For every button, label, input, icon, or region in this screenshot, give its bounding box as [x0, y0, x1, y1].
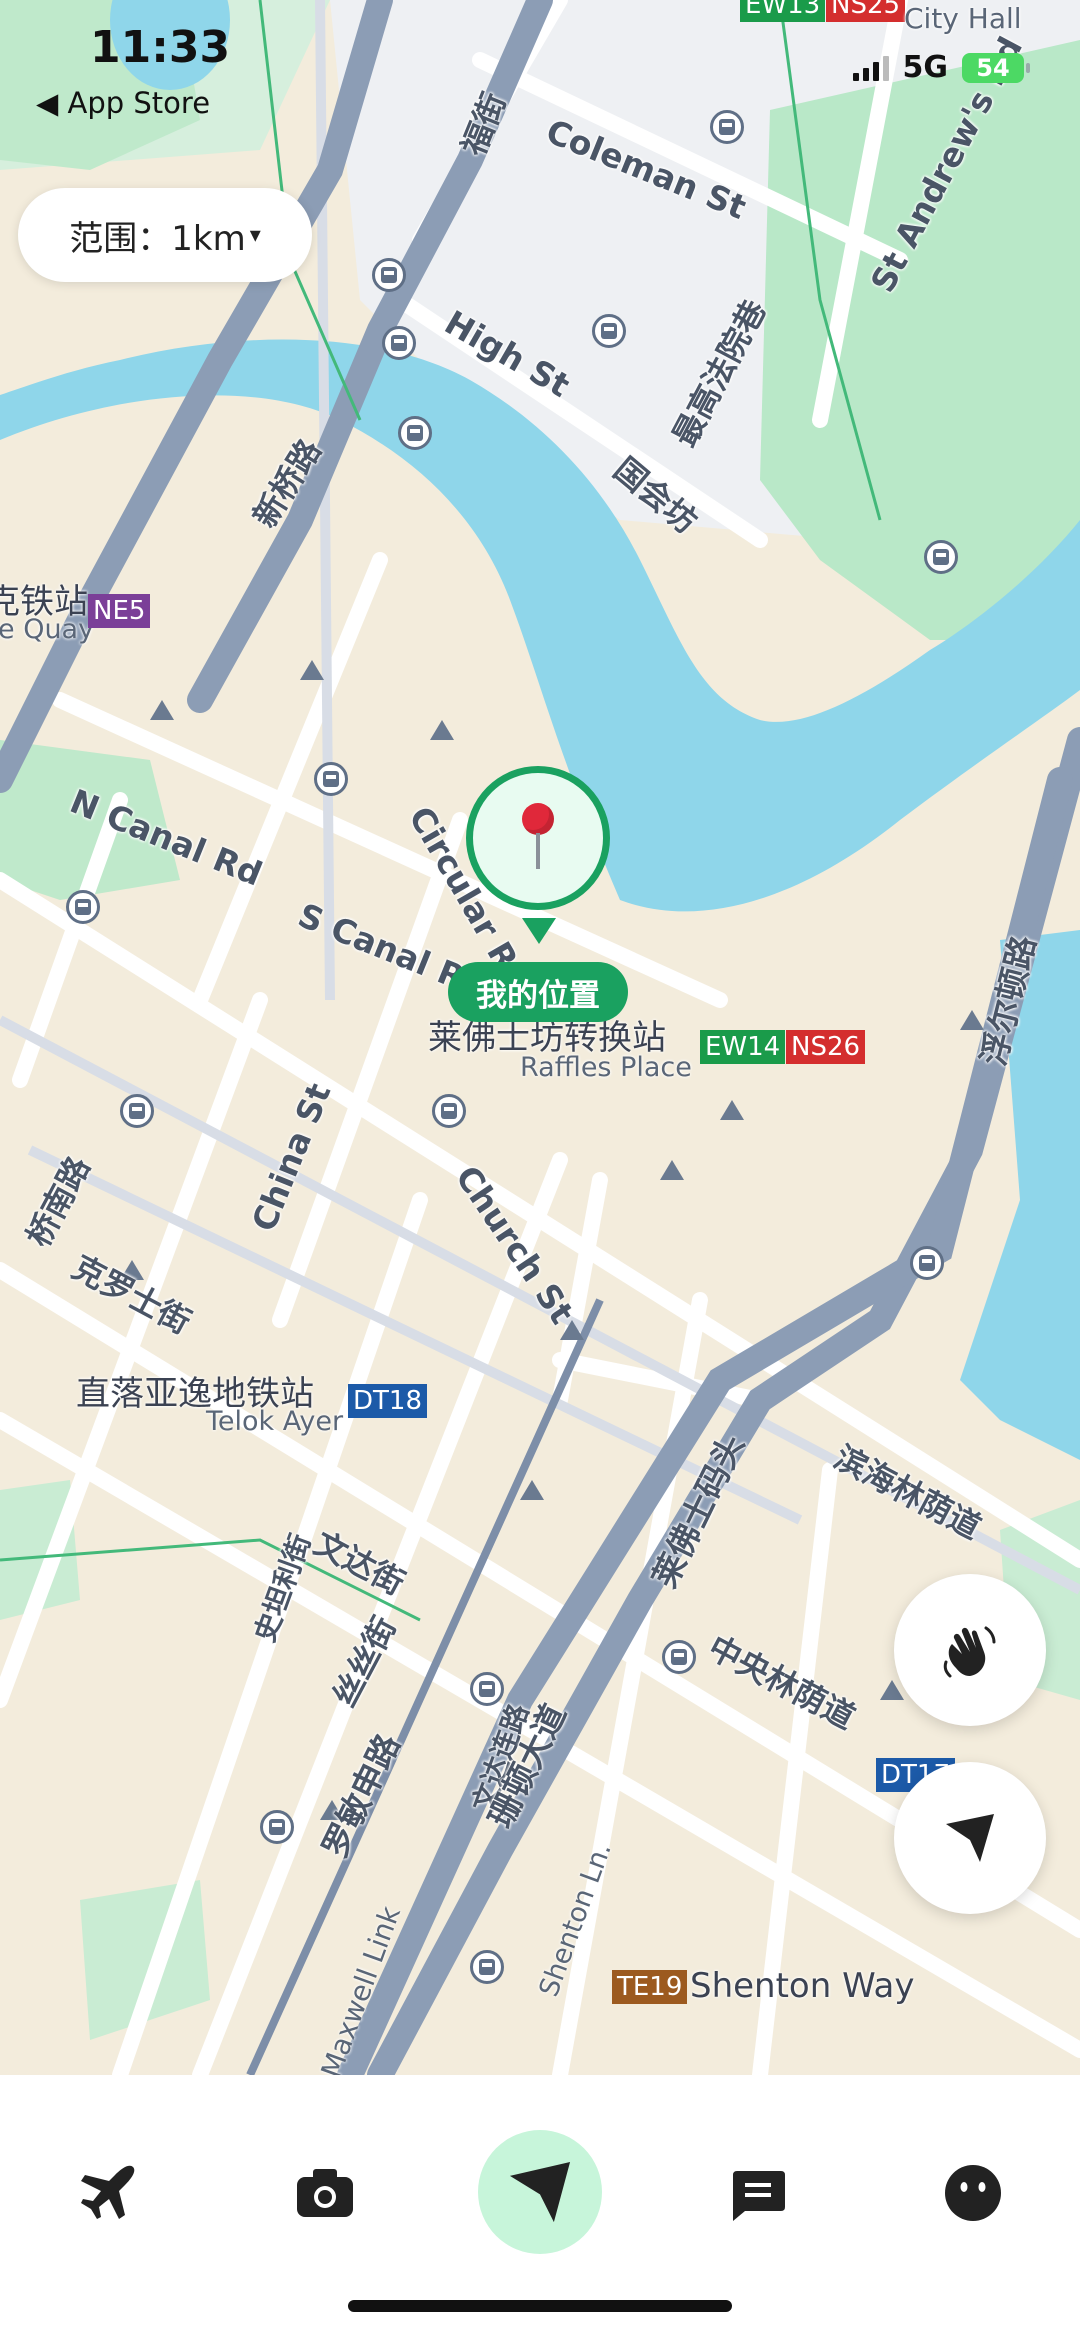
line-badge-ew13: EW13	[740, 0, 826, 22]
line-badge-ns26: NS26	[786, 1030, 866, 1064]
chevron-down-icon: ▾	[249, 222, 261, 248]
map-view[interactable]: EW13 NS25 City Hall 福街 Coleman St St And…	[0, 0, 1080, 2075]
bus-stop-icon[interactable]	[66, 890, 100, 924]
home-indicator	[348, 2300, 732, 2312]
map-label-raffles-place-en: Raffles Place	[520, 1052, 692, 1083]
back-to-app-store-link[interactable]: ◀ App Store	[36, 86, 210, 120]
bus-stop-icon[interactable]	[314, 762, 348, 796]
camera-icon	[297, 2169, 353, 2217]
my-location-label[interactable]: 我的位置	[448, 962, 628, 1022]
bus-stop-icon[interactable]	[398, 416, 432, 450]
line-badge-te19: TE19	[612, 1970, 688, 2004]
chat-icon	[733, 2171, 785, 2221]
cellular-signal-icon	[852, 55, 889, 81]
bus-stop-icon[interactable]	[372, 258, 406, 292]
map-label-city-hall: City Hall	[904, 2, 1022, 35]
map-label-clarke-quay-en: e Quay	[0, 614, 95, 645]
map-label-telok-ayer-en: Telok Ayer	[206, 1406, 344, 1437]
bus-stop-icon[interactable]	[710, 110, 744, 144]
waving-hand-icon	[943, 1626, 996, 1678]
battery-level: 54	[976, 53, 1010, 82]
wave-hand-button[interactable]	[894, 1574, 1046, 1726]
tab-messages[interactable]	[702, 2138, 812, 2248]
network-type: 5G	[902, 50, 949, 85]
bus-stop-icon[interactable]	[432, 1094, 466, 1128]
pushpin-icon	[518, 803, 558, 873]
range-label: 范围：1km	[69, 218, 246, 259]
tab-profile[interactable]	[918, 2138, 1028, 2248]
tab-camera[interactable]	[270, 2138, 380, 2248]
line-badge-ns25: NS25	[826, 0, 906, 22]
map-label-shenton-way: Shenton Way	[690, 1966, 915, 2006]
tab-travel[interactable]	[52, 2138, 162, 2248]
bus-stop-icon[interactable]	[382, 326, 416, 360]
emoji-face-icon	[945, 2165, 1001, 2221]
range-selector[interactable]: 范围：1km ▾	[18, 188, 312, 282]
bus-stop-icon[interactable]	[924, 540, 958, 574]
line-badge-ew14: EW14	[700, 1030, 786, 1064]
battery-icon: 54	[962, 52, 1030, 83]
bus-stop-icon[interactable]	[260, 1810, 294, 1844]
bus-stop-icon[interactable]	[662, 1640, 696, 1674]
my-location-marker[interactable]	[466, 766, 610, 910]
bus-stop-icon[interactable]	[120, 1094, 154, 1128]
plane-icon	[81, 2165, 135, 2219]
status-time: 11:33	[90, 22, 231, 73]
line-badge-ne5: NE5	[88, 594, 151, 628]
tab-navigate[interactable]	[478, 2130, 602, 2254]
line-badge-dt18: DT18	[348, 1384, 427, 1418]
bus-stop-icon[interactable]	[592, 314, 626, 348]
marker-pointer	[522, 918, 556, 944]
navigation-arrow-icon	[509, 2161, 571, 2223]
navigation-arrow-icon	[946, 1814, 994, 1862]
bus-stop-icon[interactable]	[470, 1950, 504, 1984]
status-indicators: 5G 54	[852, 50, 1030, 85]
locate-me-button[interactable]	[894, 1762, 1046, 1914]
bus-stop-icon[interactable]	[910, 1246, 944, 1280]
